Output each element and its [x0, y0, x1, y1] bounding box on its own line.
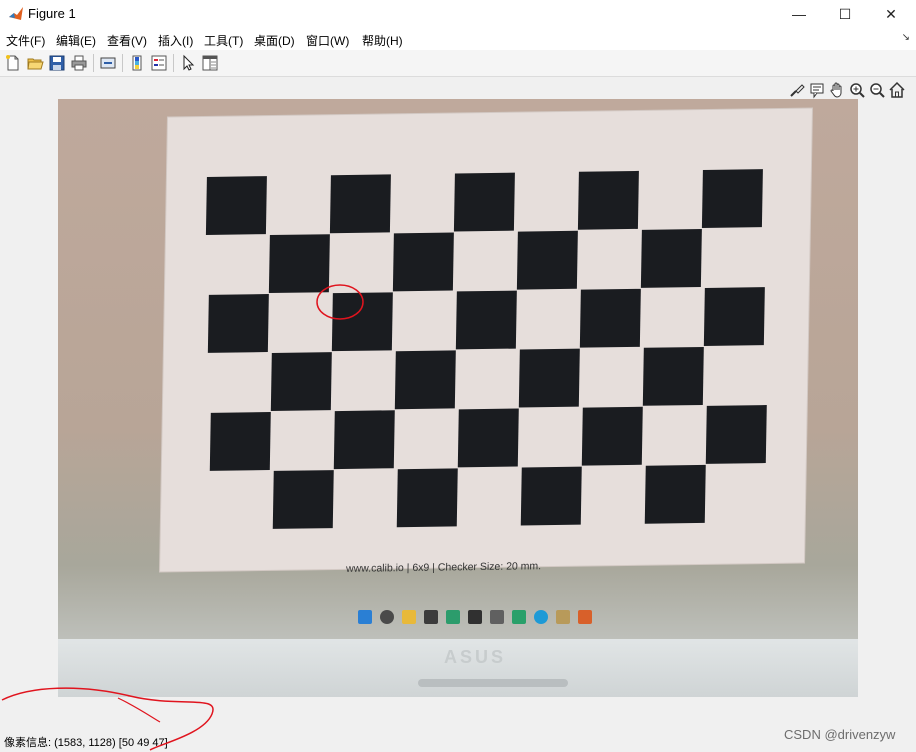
menu-tools[interactable]: 工具(T) [204, 32, 243, 49]
toolbar-separator [122, 54, 123, 72]
title-bar: Figure 1 — ☐ ✕ [0, 0, 916, 28]
menu-file[interactable]: 文件(F) [6, 32, 45, 49]
pointer-icon[interactable] [179, 54, 197, 72]
zoom-out-icon[interactable] [868, 81, 886, 99]
figure-canvas: www.calib.io | 6x9 | Checker Size: 20 mm… [4, 77, 912, 733]
property-inspector-icon[interactable] [201, 54, 219, 72]
menu-bar: 文件(F) 编辑(E) 查看(V) 插入(I) 工具(T) 桌面(D) 窗口(W… [0, 28, 916, 50]
open-file-icon[interactable] [26, 54, 44, 72]
insert-legend-icon[interactable] [150, 54, 168, 72]
watermark: CSDN @drivenzyw [784, 727, 896, 742]
corner-highlight-circle [316, 284, 364, 320]
menu-help[interactable]: 帮助(H) [362, 32, 403, 49]
insert-colorbar-icon[interactable] [128, 54, 146, 72]
dock-arrow-icon[interactable]: ↘ [902, 32, 910, 43]
zoom-in-icon[interactable] [848, 81, 866, 99]
window-title: Figure 1 [28, 6, 76, 21]
image-axes[interactable]: www.calib.io | 6x9 | Checker Size: 20 mm… [58, 99, 858, 697]
data-tips-icon[interactable] [808, 81, 826, 99]
new-figure-icon[interactable] [4, 54, 22, 72]
menu-view[interactable]: 查看(V) [107, 32, 147, 49]
axes-toolbar [788, 81, 906, 101]
link-plot-icon[interactable] [99, 54, 117, 72]
annotation-overlay [316, 284, 364, 320]
figure-toolbar [0, 50, 916, 77]
menu-desktop[interactable]: 桌面(D) [254, 32, 295, 49]
maximize-button[interactable]: ☐ [822, 0, 868, 28]
matlab-logo-icon [9, 7, 23, 20]
menu-edit[interactable]: 编辑(E) [56, 32, 96, 49]
menu-insert[interactable]: 插入(I) [158, 32, 193, 49]
red-annotation-scribble [1, 687, 214, 751]
toolbar-separator [173, 54, 174, 72]
home-icon[interactable] [888, 81, 906, 99]
close-button[interactable]: ✕ [868, 0, 914, 28]
minimize-button[interactable]: — [776, 0, 822, 28]
menu-window[interactable]: 窗口(W) [306, 32, 349, 49]
toolbar-separator [93, 54, 94, 72]
print-icon[interactable] [70, 54, 88, 72]
pan-icon[interactable] [828, 81, 846, 99]
brush-icon[interactable] [788, 81, 806, 99]
save-icon[interactable] [48, 54, 66, 72]
